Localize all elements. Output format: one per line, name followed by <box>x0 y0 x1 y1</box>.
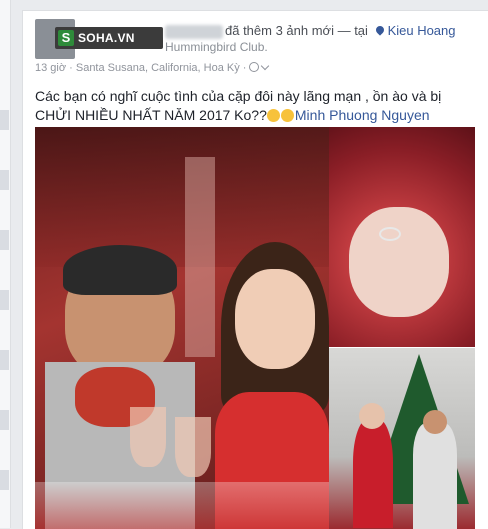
location-pin-icon <box>373 24 386 36</box>
blurred-poster-name <box>165 25 223 39</box>
chevron-down-icon[interactable] <box>261 61 270 71</box>
soha-watermark-logo: S SOHA.VN <box>55 27 163 49</box>
grinning-emoji-icon <box>266 109 280 122</box>
facebook-post: S SOHA.VN đã thêm 3 ảnh mới — tại Kieu H… <box>22 10 488 529</box>
photo-christmas-tree[interactable] <box>329 348 475 529</box>
post-header-line: đã thêm 3 ảnh mới — tại Kieu Hoang <box>225 23 456 38</box>
post-meta: 13 giờ · Santa Susana, California, Hoa K… <box>35 61 270 74</box>
photo-ring-hand[interactable] <box>329 127 475 347</box>
soha-logo-icon: S <box>58 30 74 46</box>
globe-icon <box>249 62 260 72</box>
mention-link[interactable]: Minh Phuong Nguyen <box>295 107 430 123</box>
post-location[interactable]: Santa Susana, California, Hoa Kỳ <box>76 62 240 74</box>
grinning-emoji-icon <box>280 109 294 122</box>
post-status-text: Các bạn có nghĩ cuộc tình của cặp đôi nà… <box>35 87 475 125</box>
left-sidebar-strip <box>0 0 11 528</box>
place-subtitle: Hummingbird Club. <box>165 40 268 54</box>
place-link[interactable]: Kieu Hoang <box>388 23 456 38</box>
soha-logo-text: SOHA.VN <box>78 31 135 45</box>
header-action-text: đã thêm 3 ảnh mới — tại <box>225 23 368 38</box>
post-time[interactable]: 13 giờ <box>35 62 66 74</box>
photo-couple-toast[interactable] <box>35 127 329 529</box>
